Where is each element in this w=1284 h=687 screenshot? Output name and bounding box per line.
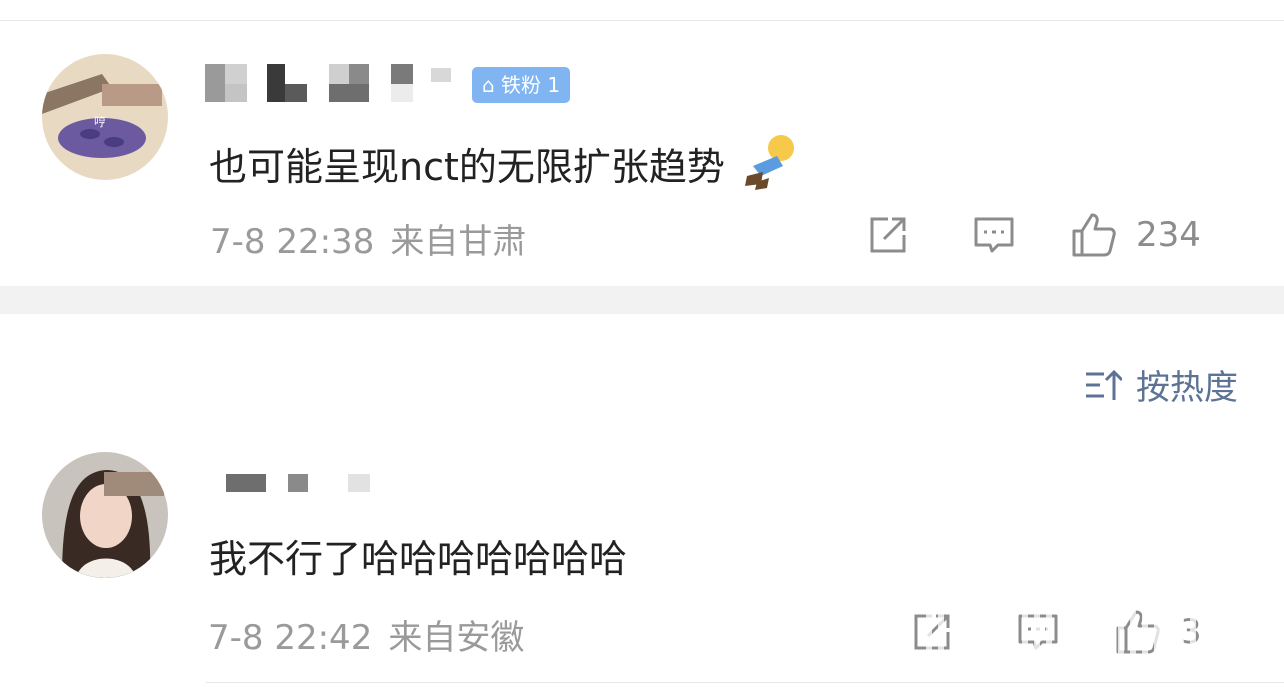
top-divider xyxy=(0,20,1284,21)
comment-text-body: 我不行了哈哈哈哈哈哈哈 xyxy=(209,537,628,581)
share-icon xyxy=(870,217,906,253)
sort-label: 按热度 xyxy=(1136,368,1238,408)
watermark-overlay xyxy=(920,606,1284,678)
comment-text: 也可能呈现nct的无限扩张趋势 xyxy=(209,132,801,192)
bottom-divider xyxy=(206,682,1284,683)
comment-actions: 234 xyxy=(844,205,1284,265)
avatar-image: 哼 xyxy=(42,54,168,180)
fan-badge: ⌂ 铁粉 1 xyxy=(472,67,571,103)
share-button[interactable] xyxy=(866,205,910,265)
comment-time: 7-8 22:42 xyxy=(208,618,373,658)
comment-text: 我不行了哈哈哈哈哈哈哈 xyxy=(209,528,627,583)
comment-icon xyxy=(974,217,1014,253)
comment-meta: 7-8 22:38 来自甘肃 xyxy=(210,214,526,263)
avatar[interactable] xyxy=(42,452,168,578)
sort-icon xyxy=(1086,369,1122,400)
avatar-image xyxy=(42,452,168,578)
section-divider xyxy=(0,286,1284,314)
avatar[interactable]: 哼 xyxy=(42,54,168,180)
svg-text:哼: 哼 xyxy=(94,114,106,129)
comment-time: 7-8 22:38 xyxy=(210,222,375,262)
username-mosaic[interactable] xyxy=(226,474,386,514)
comment-text-body: 也可能呈现nct的无限扩张趋势 xyxy=(209,145,725,189)
comment-location: 来自安徽 xyxy=(388,618,525,658)
sort-by-hot-button[interactable]: 按热度 xyxy=(1084,360,1238,409)
thumb-up-icon xyxy=(1072,213,1116,257)
comment-location: 来自甘肃 xyxy=(390,222,527,262)
like-count: 234 xyxy=(1136,215,1201,255)
comment-meta: 7-8 22:42 来自安徽 xyxy=(208,610,524,659)
comment-button[interactable] xyxy=(972,205,1016,265)
username-mosaic[interactable] xyxy=(205,64,465,104)
lying-figure-emoji-icon xyxy=(744,135,794,190)
like-button[interactable]: 234 xyxy=(1070,205,1201,265)
